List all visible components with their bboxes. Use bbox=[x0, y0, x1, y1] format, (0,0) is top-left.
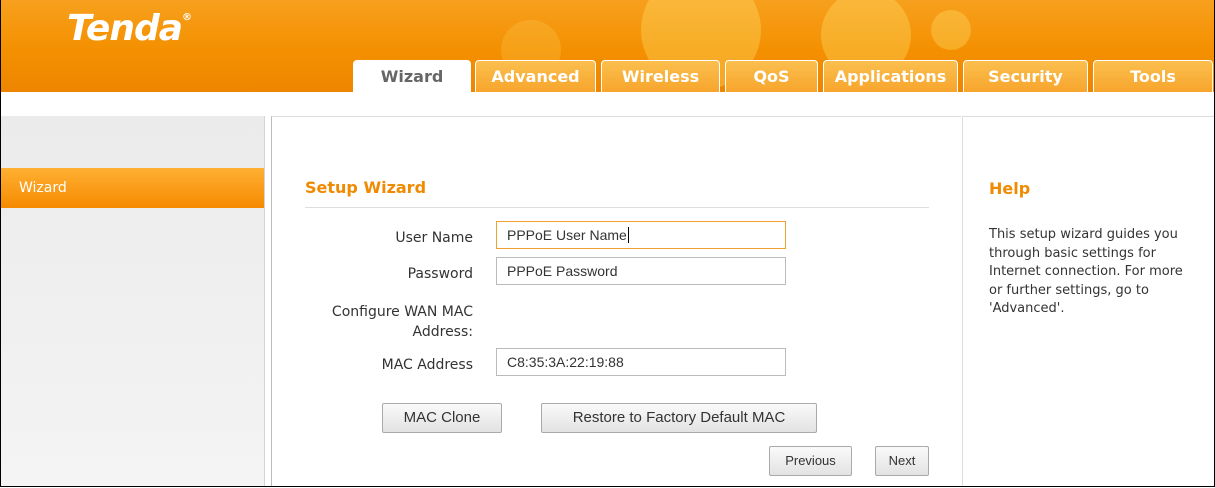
mac-clone-button[interactable]: MAC Clone bbox=[382, 403, 502, 433]
sidebar-item-wizard[interactable]: Wizard bbox=[1, 168, 264, 208]
router-admin-page: Tenda® Wizard Advanced Wireless QoS Appl… bbox=[0, 0, 1215, 487]
text-cursor bbox=[627, 227, 629, 243]
password-input[interactable]: PPPoE Password bbox=[496, 257, 786, 285]
user-name-label: User Name bbox=[395, 230, 473, 246]
help-text: This setup wizard guides you through bas… bbox=[989, 227, 1183, 316]
sidebar: Wizard bbox=[1, 116, 265, 486]
user-name-input[interactable]: PPPoE User Name bbox=[496, 221, 786, 249]
restore-default-mac-button[interactable]: Restore to Factory Default MAC bbox=[541, 403, 817, 433]
user-name-value: PPPoE User Name bbox=[507, 227, 627, 243]
mac-address-label: MAC Address bbox=[381, 357, 473, 373]
help-title: Help bbox=[989, 179, 1031, 198]
header-decoration bbox=[931, 10, 971, 50]
tab-qos[interactable]: QoS bbox=[725, 60, 818, 92]
registered-mark: ® bbox=[182, 12, 192, 23]
tab-advanced[interactable]: Advanced bbox=[475, 60, 596, 92]
configure-wan-mac-label: Configure WAN MAC bbox=[331, 304, 473, 320]
tab-wireless[interactable]: Wireless bbox=[601, 60, 720, 92]
header-bar: Tenda® Wizard Advanced Wireless QoS Appl… bbox=[1, 0, 1214, 93]
previous-button[interactable]: Previous bbox=[769, 446, 852, 476]
mac-address-input[interactable]: C8:35:3A:22:19:88 bbox=[496, 348, 786, 376]
next-button[interactable]: Next bbox=[875, 446, 929, 476]
page-title: Setup Wizard bbox=[305, 178, 427, 197]
tab-wizard[interactable]: Wizard bbox=[353, 60, 471, 93]
tab-applications[interactable]: Applications bbox=[823, 60, 958, 92]
password-label: Password bbox=[407, 266, 473, 282]
configure-wan-mac-label-cont: Address: bbox=[412, 324, 473, 340]
tenda-logo: Tenda® bbox=[67, 8, 192, 49]
logo-text: Tenda bbox=[67, 8, 183, 49]
tab-security[interactable]: Security bbox=[963, 60, 1088, 92]
tab-tools[interactable]: Tools bbox=[1093, 60, 1213, 92]
title-divider bbox=[305, 207, 929, 208]
